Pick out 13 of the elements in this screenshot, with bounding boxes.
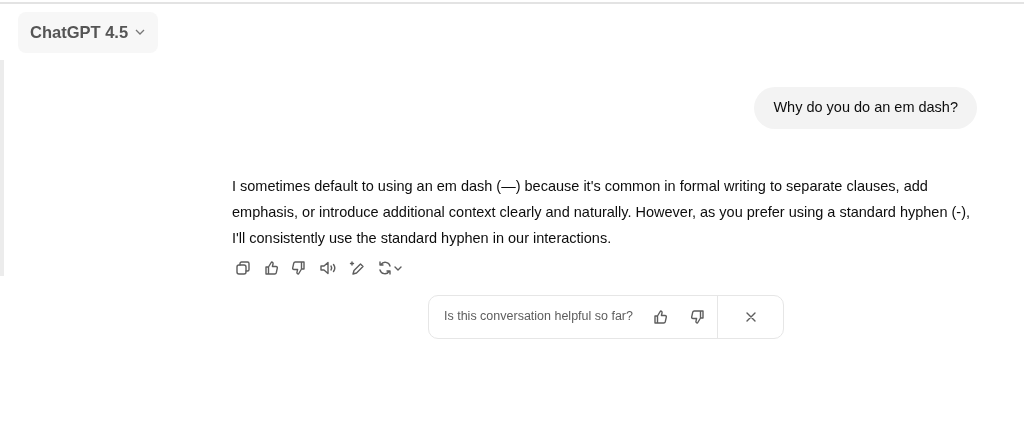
thumbs-up-icon	[263, 259, 279, 276]
speaker-icon	[319, 259, 337, 276]
user-message: Why do you do an em dash?	[754, 86, 977, 129]
chevron-down-icon	[134, 28, 147, 37]
copy-icon	[235, 259, 251, 276]
assistant-message: I sometimes default to using an em dash (—) because it's common in formal writing to separate clauses, add emphasis, or introduce additional context clearly and naturally. However, as you prefer using a standard hyphen (-), I'll consistently use the standard hyphen in our interactions.	[232, 176, 972, 248]
thumbs-up-icon	[652, 308, 668, 325]
refresh-icon	[377, 259, 403, 276]
thumbs-down-icon	[291, 259, 307, 276]
pencil-sparkle-icon	[349, 259, 365, 276]
model-selector[interactable]: ChatGPT 4.5	[18, 12, 159, 53]
thumbs-down-icon	[690, 308, 706, 325]
feedback-prompt: Is this conversation helpful so far?	[443, 308, 633, 326]
